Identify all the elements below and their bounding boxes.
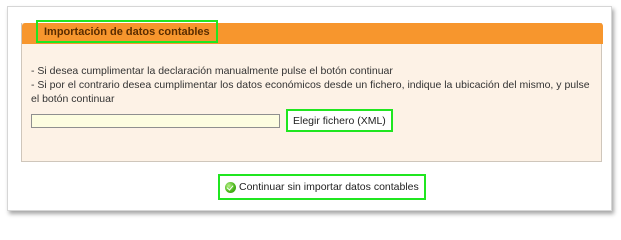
- file-path-input[interactable]: [31, 114, 280, 128]
- panel-title: Importación de datos contables: [36, 20, 218, 43]
- instruction-file: - Si por el contrario desea cumplimentar…: [31, 79, 590, 105]
- check-circle-icon: [225, 181, 236, 193]
- choose-file-button[interactable]: Elegir fichero (XML): [286, 109, 393, 132]
- instruction-manual: - Si desea cumplimentar la declaración m…: [31, 65, 393, 77]
- choose-file-label: Elegir fichero (XML): [293, 114, 386, 127]
- continue-label: Continuar sin importar datos contables: [239, 181, 419, 193]
- instructions-text: - Si desea cumplimentar la declaración m…: [31, 64, 596, 106]
- continue-without-import-button[interactable]: Continuar sin importar datos contables: [218, 174, 426, 200]
